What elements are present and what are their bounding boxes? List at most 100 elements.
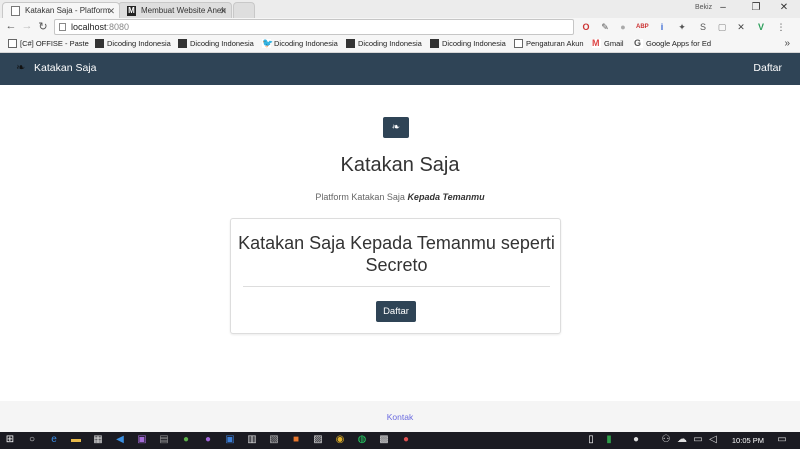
gmail-icon: M — [592, 38, 601, 48]
menu-icon[interactable]: ⋮ — [775, 21, 787, 33]
clock[interactable]: 10:05 PM — [732, 436, 764, 445]
bookmark-item[interactable]: Dicoding Indonesia — [178, 39, 254, 48]
app-icon[interactable]: ■ — [290, 434, 302, 446]
bookmark-item[interactable]: [C#] OFFISE - Paste — [8, 39, 89, 48]
network-icon[interactable]: ▭ — [692, 434, 704, 446]
app-icon[interactable]: ▦ — [92, 434, 104, 446]
bookmark-item[interactable]: Dicoding Indonesia — [346, 39, 422, 48]
nav-daftar-link[interactable]: Daftar — [753, 62, 782, 74]
medium-icon: M — [127, 6, 136, 16]
profile-name[interactable]: Bekiz — [695, 4, 712, 11]
bookmark-label: Pengaturan Akun — [526, 39, 584, 48]
bookmark-item[interactable]: M Gmail — [592, 39, 624, 48]
twitter-icon: 🐦 — [262, 38, 274, 48]
chrome-icon[interactable]: ◉ — [334, 434, 346, 446]
tab-medium[interactable]: M Membuat Website Aneh ✕ — [118, 2, 232, 18]
card-title: Katakan Saja Kepada Temanmu seperti Secr… — [238, 233, 555, 275]
back-icon[interactable]: ← — [4, 20, 18, 32]
divider — [243, 286, 550, 287]
url-port: :8080 — [106, 22, 130, 32]
close-extension-icon[interactable]: ✕ — [735, 21, 747, 33]
pen-extension-icon[interactable]: ✎ — [599, 21, 611, 33]
file-explorer-icon[interactable]: ▬ — [70, 434, 82, 446]
edge-icon[interactable]: e — [48, 434, 60, 446]
bookmark-label: [C#] OFFISE - Paste — [20, 39, 89, 48]
restore-icon[interactable]: ❐ — [745, 0, 767, 16]
windows-start-icon[interactable]: ⊞ — [4, 434, 16, 446]
adblock-icon[interactable]: ABP — [636, 21, 649, 33]
new-tab-button[interactable] — [233, 2, 255, 18]
bookmark-item[interactable]: Dicoding Indonesia — [430, 39, 506, 48]
app-icon[interactable]: ● — [202, 434, 214, 446]
whatsapp-icon[interactable]: ◍ — [356, 434, 368, 446]
page-icon — [8, 39, 17, 48]
page-icon — [11, 6, 20, 16]
app-icon[interactable]: ● — [400, 434, 412, 446]
page-title: Katakan Saja — [340, 154, 460, 176]
reload-icon[interactable]: ↻ — [36, 20, 50, 33]
forward-icon[interactable]: → — [20, 20, 34, 32]
url-host: localhost — [71, 22, 107, 32]
tab-title: Membuat Website Aneh — [141, 6, 226, 15]
bookmark-label: Gmail — [604, 39, 624, 48]
opera-extension-icon[interactable]: O — [580, 21, 592, 33]
bookmark-label: Dicoding Indonesia — [442, 39, 506, 48]
leaf-icon: ❧ — [383, 117, 409, 138]
bookmark-label: Dicoding Indonesia — [190, 39, 254, 48]
volume-icon[interactable]: ◁ — [707, 434, 719, 446]
daftar-button[interactable]: Daftar — [376, 301, 416, 322]
brand-label: Katakan Saja — [34, 62, 97, 74]
google-icon: G — [634, 38, 643, 48]
dicoding-icon — [95, 39, 104, 48]
tab-title: Katakan Saja - Platform — [25, 6, 110, 15]
bookmarks-bar: [C#] OFFISE - Paste Dicoding Indonesia D… — [0, 36, 800, 53]
tray-icon[interactable]: ● — [630, 434, 642, 446]
vscode-icon[interactable]: ◀ — [114, 434, 126, 446]
subtitle-text: Platform Katakan Saja — [315, 192, 405, 202]
battery-icon[interactable]: ▮ — [600, 434, 618, 446]
app-navbar: ❧ Katakan Saja Daftar — [0, 53, 800, 85]
people-icon[interactable]: ⚇ — [660, 434, 672, 446]
android-icon[interactable]: ● — [180, 434, 192, 446]
close-icon[interactable]: ✕ — [219, 6, 227, 17]
dicoding-icon — [178, 39, 187, 48]
bookmark-label: Google Apps for Ed — [646, 39, 712, 48]
window-close-icon[interactable]: ✕ — [773, 0, 795, 16]
close-icon[interactable]: ✕ — [107, 6, 115, 17]
bookmark-label: Dicoding Indonesia — [358, 39, 422, 48]
extension-icon[interactable]: ▢ — [716, 21, 728, 33]
outlook-icon[interactable]: ▣ — [224, 434, 236, 446]
tray-icon[interactable]: ▯ — [585, 434, 597, 446]
cortana-icon[interactable]: ○ — [26, 434, 38, 446]
subtitle-emphasis: Kepada Temanmu — [407, 192, 485, 202]
bookmark-item[interactable]: G Google Apps for Ed — [634, 39, 711, 48]
tab-katakan-saja[interactable]: Katakan Saja - Platform ✕ — [2, 2, 120, 18]
bookmark-item[interactable]: Dicoding Indonesia — [95, 39, 171, 48]
address-bar[interactable]: localhost:8080 — [54, 19, 574, 35]
extension-icon[interactable]: ● — [617, 21, 629, 33]
bookmark-item[interactable]: Pengaturan Akun — [514, 39, 584, 48]
app-icon[interactable]: ▩ — [378, 434, 390, 446]
bookmark-item[interactable]: 🐦 Dicoding Indonesia — [262, 39, 338, 48]
extension-icon[interactable]: ✦ — [676, 21, 688, 33]
more-bookmarks-icon[interactable]: » — [784, 38, 790, 49]
dicoding-icon — [430, 39, 439, 48]
app-icon[interactable]: ▥ — [246, 434, 258, 446]
page-icon — [514, 39, 523, 48]
bookmark-label: Dicoding Indonesia — [107, 39, 171, 48]
vue-devtools-icon[interactable]: V — [755, 21, 767, 33]
info-extension-icon[interactable]: i — [656, 21, 668, 33]
bookmark-label: Dicoding Indonesia — [274, 39, 338, 48]
kontak-link[interactable]: Kontak — [0, 412, 800, 422]
app-icon[interactable]: ▣ — [136, 434, 148, 446]
notifications-icon[interactable]: ▭ — [776, 434, 788, 446]
browser-toolbar: ← → ↻ localhost:8080 O ✎ ● ABP i ✦ S ▢ ✕… — [0, 18, 800, 36]
page-icon — [59, 23, 66, 31]
skype-icon[interactable]: S — [697, 21, 709, 33]
navbar-brand[interactable]: ❧ Katakan Saja — [16, 62, 96, 74]
app-icon[interactable]: ▨ — [312, 434, 324, 446]
cloud-icon[interactable]: ☁ — [676, 434, 688, 446]
minimize-icon[interactable]: – — [712, 0, 734, 16]
app-icon[interactable]: ▤ — [158, 434, 170, 446]
app-icon[interactable]: ▧ — [268, 434, 280, 446]
